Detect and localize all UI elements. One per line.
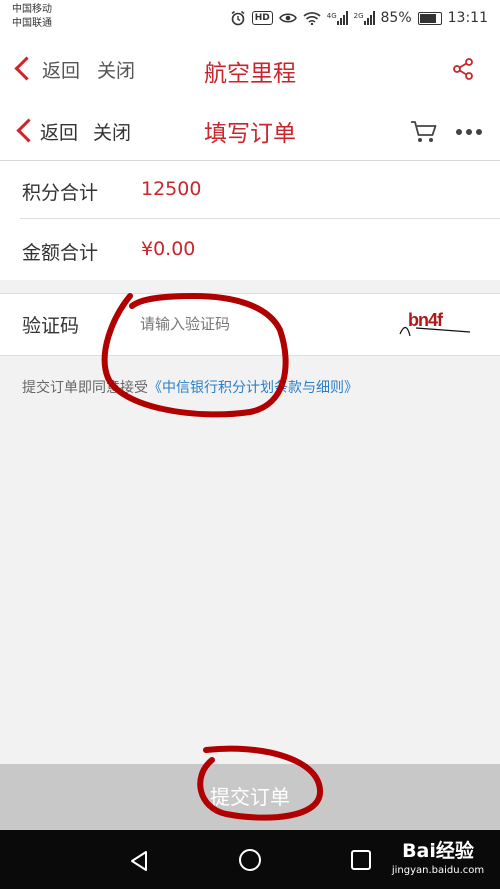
network-4g: 4G xyxy=(327,11,348,25)
agreement-text: 提交订单即同意接受 xyxy=(22,380,148,396)
carrier-1: 中国移动 xyxy=(12,4,52,15)
signal-icon xyxy=(336,11,348,25)
network-4g-label: 4G xyxy=(326,12,337,20)
totals-section: 积分合计 12500 金额合计 ¥0.00 xyxy=(0,161,500,280)
network-2g: 2G xyxy=(354,11,375,25)
carrier-info: 中国移动 中国联通 xyxy=(12,3,52,31)
signal-icon-2 xyxy=(363,11,375,25)
alarm-icon xyxy=(231,10,245,26)
captcha-image[interactable]: bn4f xyxy=(396,306,476,342)
amount-total-value: ¥0.00 xyxy=(141,238,196,260)
outer-navbar: 返回 关闭 航空里程 xyxy=(0,36,500,103)
row-divider xyxy=(20,218,500,219)
submit-order-button[interactable]: 提交订单 xyxy=(0,764,500,830)
status-icons: HD 4G 2G 85% 13:11 xyxy=(230,8,488,28)
clock: 13:11 xyxy=(447,10,488,26)
more-icon[interactable] xyxy=(455,128,483,136)
share-icon[interactable] xyxy=(452,58,474,80)
wifi-icon xyxy=(303,12,321,25)
points-total-label: 积分合计 xyxy=(22,182,99,204)
captcha-input[interactable] xyxy=(140,312,330,336)
watermark-brand: Bai经验 xyxy=(402,840,474,862)
carrier-2: 中国联通 xyxy=(12,18,52,29)
battery-icon xyxy=(417,11,442,25)
points-total-value: 12500 xyxy=(141,178,202,200)
cart-icon[interactable] xyxy=(410,120,438,144)
network-2g-label: 2G xyxy=(353,12,364,20)
terms-link[interactable]: 《中信银行积分计划条款与细则》 xyxy=(148,380,358,396)
eye-icon xyxy=(278,13,297,23)
system-nav-bar: Bai经验 jingyan.baidu.com xyxy=(0,830,500,889)
outer-page-title: 航空里程 xyxy=(204,61,296,87)
agreement-notice: 提交订单即同意接受《中信银行积分计划条款与细则》 xyxy=(22,377,358,397)
inner-navbar: 返回 关闭 填写订单 xyxy=(0,102,500,161)
captcha-noise-lines xyxy=(399,326,471,337)
captcha-label: 验证码 xyxy=(22,315,80,337)
watermark-url: jingyan.baidu.com xyxy=(391,865,485,876)
back-triangle-icon[interactable] xyxy=(128,850,150,872)
home-circle-icon[interactable] xyxy=(238,848,262,872)
recents-square-icon[interactable] xyxy=(351,850,371,870)
battery-percent: 85% xyxy=(380,10,412,26)
status-bar: 中国移动 中国联通 HD 4G 2G 85% 13:11 xyxy=(0,0,500,36)
amount-total-label: 金额合计 xyxy=(22,242,99,264)
watermark: Bai经验 jingyan.baidu.com xyxy=(382,838,494,884)
captcha-section: 验证码 bn4f xyxy=(0,293,500,356)
hd-badge: HD xyxy=(251,11,273,25)
